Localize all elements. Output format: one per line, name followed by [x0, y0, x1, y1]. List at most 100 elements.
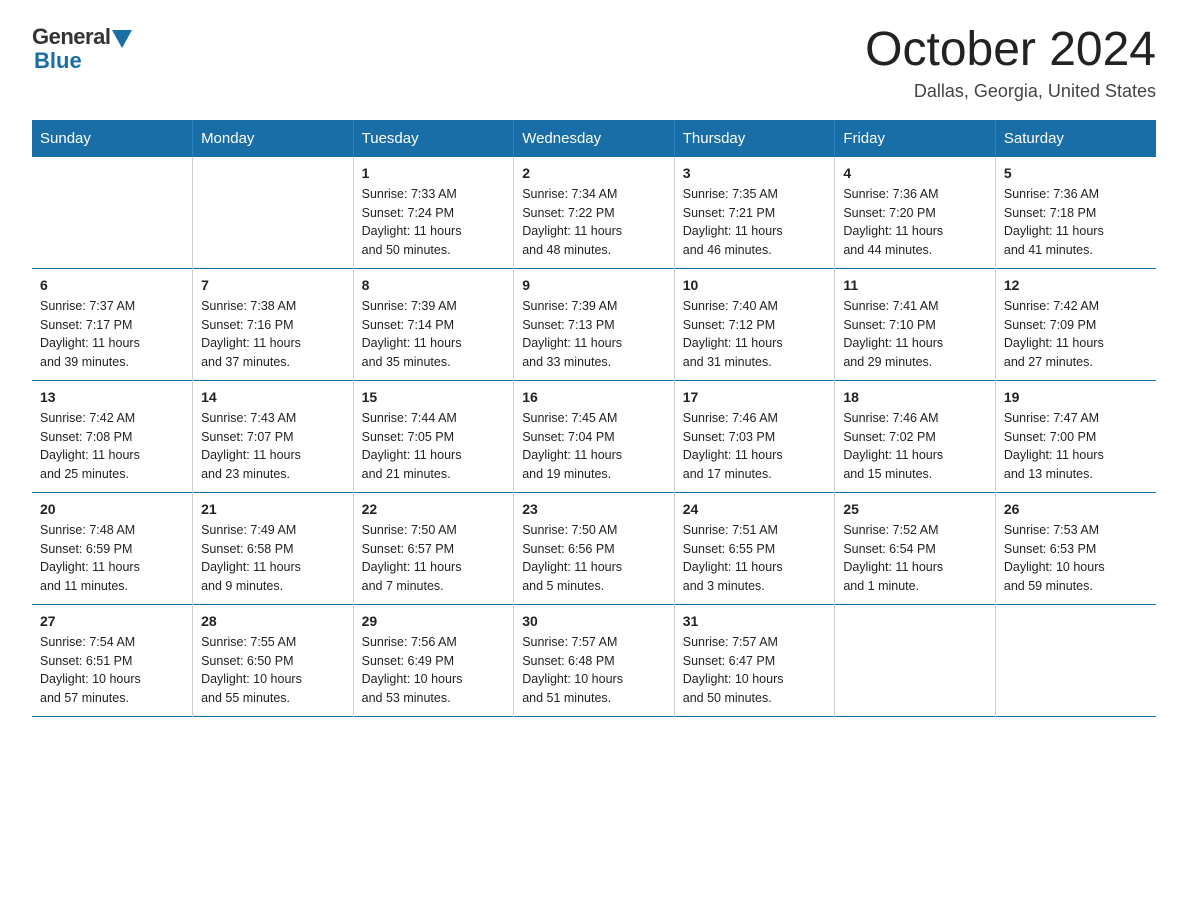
- day-info: Sunrise: 7:55 AM Sunset: 6:50 PM Dayligh…: [201, 633, 345, 708]
- day-number: 21: [201, 501, 345, 517]
- day-number: 30: [522, 613, 666, 629]
- day-info: Sunrise: 7:49 AM Sunset: 6:58 PM Dayligh…: [201, 521, 345, 596]
- day-info: Sunrise: 7:57 AM Sunset: 6:48 PM Dayligh…: [522, 633, 666, 708]
- day-info: Sunrise: 7:41 AM Sunset: 7:10 PM Dayligh…: [843, 297, 987, 372]
- calendar-header: SundayMondayTuesdayWednesdayThursdayFrid…: [32, 120, 1156, 157]
- day-number: 2: [522, 165, 666, 181]
- day-number: 7: [201, 277, 345, 293]
- calendar-cell: 17 Sunrise: 7:46 AM Sunset: 7:03 PM Dayli…: [674, 380, 835, 492]
- day-number: 18: [843, 389, 987, 405]
- day-info: Sunrise: 7:34 AM Sunset: 7:22 PM Dayligh…: [522, 185, 666, 260]
- calendar-cell: 7 Sunrise: 7:38 AM Sunset: 7:16 PM Daylig…: [193, 268, 354, 380]
- day-number: 26: [1004, 501, 1148, 517]
- calendar-cell: 11 Sunrise: 7:41 AM Sunset: 7:10 PM Dayli…: [835, 268, 996, 380]
- logo-blue-text: Blue: [34, 48, 82, 74]
- calendar-cell: 25 Sunrise: 7:52 AM Sunset: 6:54 PM Dayli…: [835, 492, 996, 604]
- calendar-cell: 15Sunrise: 7:44 AM Sunset: 7:05 PM Dayli…: [353, 380, 514, 492]
- day-info: Sunrise: 7:43 AM Sunset: 7:07 PM Dayligh…: [201, 409, 345, 484]
- calendar-cell: [32, 157, 193, 269]
- day-number: 11: [843, 277, 987, 293]
- day-of-week-header: Friday: [835, 120, 996, 157]
- day-info: Sunrise: 7:53 AM Sunset: 6:53 PM Dayligh…: [1004, 521, 1148, 596]
- day-number: 31: [683, 613, 827, 629]
- calendar-cell: 29 Sunrise: 7:56 AM Sunset: 6:49 PM Dayli…: [353, 604, 514, 716]
- calendar-cell: 27Sunrise: 7:54 AM Sunset: 6:51 PM Dayli…: [32, 604, 193, 716]
- day-info: Sunrise: 7:47 AM Sunset: 7:00 PM Dayligh…: [1004, 409, 1148, 484]
- calendar-table: SundayMondayTuesdayWednesdayThursdayFrid…: [32, 120, 1156, 717]
- day-number: 9: [522, 277, 666, 293]
- day-of-week-header: Saturday: [995, 120, 1156, 157]
- calendar-cell: 18 Sunrise: 7:46 AM Sunset: 7:02 PM Dayli…: [835, 380, 996, 492]
- day-info: Sunrise: 7:50 AM Sunset: 6:56 PM Dayligh…: [522, 521, 666, 596]
- day-info: Sunrise: 7:39 AM Sunset: 7:13 PM Dayligh…: [522, 297, 666, 372]
- calendar-cell: 3 Sunrise: 7:35 AM Sunset: 7:21 PM Daylig…: [674, 157, 835, 269]
- day-of-week-header: Tuesday: [353, 120, 514, 157]
- day-info: Sunrise: 7:45 AM Sunset: 7:04 PM Dayligh…: [522, 409, 666, 484]
- day-number: 24: [683, 501, 827, 517]
- calendar-week-row: 27Sunrise: 7:54 AM Sunset: 6:51 PM Dayli…: [32, 604, 1156, 716]
- day-number: 16: [522, 389, 666, 405]
- day-number: 4: [843, 165, 987, 181]
- title-block: October 2024 Dallas, Georgia, United Sta…: [865, 24, 1156, 102]
- day-info: Sunrise: 7:52 AM Sunset: 6:54 PM Dayligh…: [843, 521, 987, 596]
- calendar-cell: 30 Sunrise: 7:57 AM Sunset: 6:48 PM Dayli…: [514, 604, 675, 716]
- day-info: Sunrise: 7:54 AM Sunset: 6:51 PM Dayligh…: [40, 633, 184, 708]
- day-info: Sunrise: 7:46 AM Sunset: 7:03 PM Dayligh…: [683, 409, 827, 484]
- day-of-week-header: Thursday: [674, 120, 835, 157]
- location-text: Dallas, Georgia, United States: [865, 81, 1156, 102]
- day-number: 20: [40, 501, 184, 517]
- day-number: 12: [1004, 277, 1148, 293]
- calendar-cell: 5 Sunrise: 7:36 AM Sunset: 7:18 PM Daylig…: [995, 157, 1156, 269]
- calendar-cell: 28 Sunrise: 7:55 AM Sunset: 6:50 PM Dayli…: [193, 604, 354, 716]
- day-info: Sunrise: 7:39 AM Sunset: 7:14 PM Dayligh…: [362, 297, 506, 372]
- page-header: General Blue October 2024 Dallas, Georgi…: [32, 24, 1156, 102]
- day-info: Sunrise: 7:46 AM Sunset: 7:02 PM Dayligh…: [843, 409, 987, 484]
- day-info: Sunrise: 7:36 AM Sunset: 7:18 PM Dayligh…: [1004, 185, 1148, 260]
- day-info: Sunrise: 7:38 AM Sunset: 7:16 PM Dayligh…: [201, 297, 345, 372]
- calendar-cell: 22 Sunrise: 7:50 AM Sunset: 6:57 PM Dayli…: [353, 492, 514, 604]
- logo-general-text: General: [32, 24, 110, 50]
- calendar-week-row: 20 Sunrise: 7:48 AM Sunset: 6:59 PM Dayli…: [32, 492, 1156, 604]
- calendar-cell: 19Sunrise: 7:47 AM Sunset: 7:00 PM Dayli…: [995, 380, 1156, 492]
- calendar-week-row: 6 Sunrise: 7:37 AM Sunset: 7:17 PM Daylig…: [32, 268, 1156, 380]
- calendar-week-row: 1Sunrise: 7:33 AM Sunset: 7:24 PM Daylig…: [32, 157, 1156, 269]
- day-info: Sunrise: 7:56 AM Sunset: 6:49 PM Dayligh…: [362, 633, 506, 708]
- day-info: Sunrise: 7:44 AM Sunset: 7:05 PM Dayligh…: [362, 409, 506, 484]
- day-info: Sunrise: 7:40 AM Sunset: 7:12 PM Dayligh…: [683, 297, 827, 372]
- logo: General Blue: [32, 24, 132, 74]
- calendar-cell: 10Sunrise: 7:40 AM Sunset: 7:12 PM Dayli…: [674, 268, 835, 380]
- calendar-cell: 1Sunrise: 7:33 AM Sunset: 7:24 PM Daylig…: [353, 157, 514, 269]
- calendar-cell: 16 Sunrise: 7:45 AM Sunset: 7:04 PM Dayli…: [514, 380, 675, 492]
- day-info: Sunrise: 7:51 AM Sunset: 6:55 PM Dayligh…: [683, 521, 827, 596]
- day-number: 22: [362, 501, 506, 517]
- day-number: 29: [362, 613, 506, 629]
- calendar-cell: 20 Sunrise: 7:48 AM Sunset: 6:59 PM Dayli…: [32, 492, 193, 604]
- logo-triangle-icon: [112, 30, 132, 48]
- day-of-week-header: Sunday: [32, 120, 193, 157]
- day-number: 25: [843, 501, 987, 517]
- calendar-cell: 8Sunrise: 7:39 AM Sunset: 7:14 PM Daylig…: [353, 268, 514, 380]
- day-info: Sunrise: 7:36 AM Sunset: 7:20 PM Dayligh…: [843, 185, 987, 260]
- calendar-cell: 26 Sunrise: 7:53 AM Sunset: 6:53 PM Dayli…: [995, 492, 1156, 604]
- day-info: Sunrise: 7:42 AM Sunset: 7:09 PM Dayligh…: [1004, 297, 1148, 372]
- month-title: October 2024: [865, 24, 1156, 77]
- day-info: Sunrise: 7:57 AM Sunset: 6:47 PM Dayligh…: [683, 633, 827, 708]
- calendar-cell: 2 Sunrise: 7:34 AM Sunset: 7:22 PM Daylig…: [514, 157, 675, 269]
- calendar-body: 1Sunrise: 7:33 AM Sunset: 7:24 PM Daylig…: [32, 157, 1156, 717]
- day-number: 28: [201, 613, 345, 629]
- day-number: 3: [683, 165, 827, 181]
- day-of-week-header: Wednesday: [514, 120, 675, 157]
- calendar-cell: 9 Sunrise: 7:39 AM Sunset: 7:13 PM Daylig…: [514, 268, 675, 380]
- days-of-week-row: SundayMondayTuesdayWednesdayThursdayFrid…: [32, 120, 1156, 157]
- calendar-cell: 21 Sunrise: 7:49 AM Sunset: 6:58 PM Dayli…: [193, 492, 354, 604]
- day-number: 6: [40, 277, 184, 293]
- day-number: 17: [683, 389, 827, 405]
- day-info: Sunrise: 7:48 AM Sunset: 6:59 PM Dayligh…: [40, 521, 184, 596]
- day-info: Sunrise: 7:37 AM Sunset: 7:17 PM Dayligh…: [40, 297, 184, 372]
- day-number: 5: [1004, 165, 1148, 181]
- day-info: Sunrise: 7:50 AM Sunset: 6:57 PM Dayligh…: [362, 521, 506, 596]
- day-info: Sunrise: 7:35 AM Sunset: 7:21 PM Dayligh…: [683, 185, 827, 260]
- calendar-cell: 24 Sunrise: 7:51 AM Sunset: 6:55 PM Dayli…: [674, 492, 835, 604]
- calendar-cell: 12 Sunrise: 7:42 AM Sunset: 7:09 PM Dayli…: [995, 268, 1156, 380]
- calendar-cell: [835, 604, 996, 716]
